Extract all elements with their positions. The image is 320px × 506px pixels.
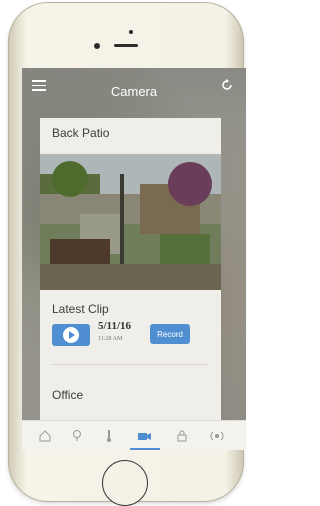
lightbulb-icon — [73, 430, 81, 441]
page-title: Camera — [110, 84, 158, 99]
home-icon — [39, 430, 51, 442]
camera-feed-image[interactable] — [40, 154, 221, 290]
camera-card: Back Patio Latest Clip 5/11/16 11:28 AM … — [40, 118, 221, 442]
home-button[interactable] — [102, 460, 148, 506]
refresh-icon[interactable] — [220, 78, 234, 92]
play-icon — [63, 327, 79, 343]
proximity-sensor — [129, 30, 133, 34]
lock-icon — [177, 430, 187, 442]
tab-camera[interactable] — [130, 421, 160, 450]
tab-lights[interactable] — [62, 421, 92, 450]
latest-clip-label: Latest Clip — [52, 302, 109, 316]
app-screen: Camera Back Patio Latest Clip 5/11/16 11… — [22, 68, 246, 450]
earpiece-speaker — [114, 44, 138, 47]
play-clip-button[interactable] — [52, 324, 90, 346]
bottom-tab-bar — [22, 420, 246, 450]
top-bar: Camera — [22, 68, 246, 112]
tab-lock[interactable] — [167, 421, 197, 450]
front-camera — [94, 43, 100, 49]
clip-time: 11:28 AM — [98, 336, 123, 342]
camera-icon — [138, 433, 151, 440]
tab-broadcast[interactable] — [202, 421, 232, 450]
clip-date: 5/11/16 — [98, 320, 132, 332]
tab-home[interactable] — [30, 421, 60, 450]
active-tab-indicator — [130, 448, 160, 450]
camera-name-office[interactable]: Office — [52, 388, 83, 402]
broadcast-icon — [210, 431, 224, 441]
thermometer-icon — [107, 430, 111, 442]
camera-name-back-patio: Back Patio — [52, 126, 110, 140]
card-divider — [52, 364, 209, 365]
tab-thermostat[interactable] — [94, 421, 124, 450]
record-button[interactable]: Record — [150, 324, 190, 344]
